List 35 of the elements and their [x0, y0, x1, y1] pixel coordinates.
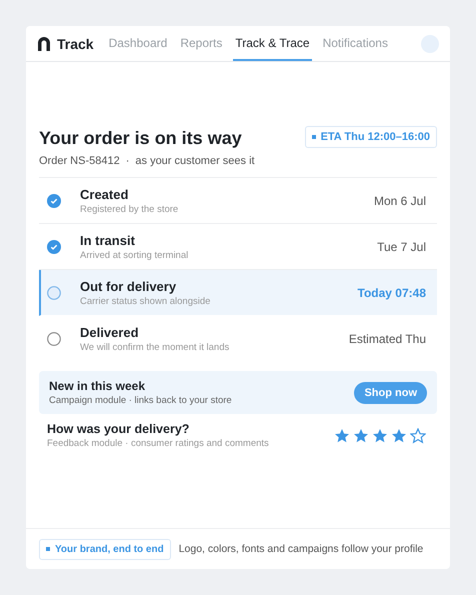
- footer-text: Logo, colors, fonts and campaigns follow your profile: [178, 543, 424, 555]
- step-subtitle: Registered by the store: [80, 204, 180, 214]
- step-time: Estimated Thu: [348, 332, 426, 346]
- step-title: In transit: [80, 232, 136, 248]
- nav-tab[interactable]: Reports: [178, 26, 224, 61]
- star-icon[interactable]: [353, 428, 369, 444]
- step-subtitle: Carrier status shown alongside: [80, 296, 212, 306]
- star-icon[interactable]: [372, 428, 388, 444]
- star-icon[interactable]: [334, 428, 350, 444]
- promo-title: New in this week: [49, 379, 146, 393]
- step-title: Delivered: [80, 325, 140, 340]
- promo-subtitle: Campaign module · links back to your store: [49, 395, 232, 406]
- step-title: Created: [80, 186, 130, 202]
- shop-now-button[interactable]: Shop now: [354, 382, 427, 404]
- step-time: Tue 7 Jul: [377, 240, 426, 254]
- brand-name: Track: [57, 36, 94, 52]
- separator-dot: ·: [126, 155, 130, 167]
- step-subtitle: We will confirm the moment it lands: [80, 342, 230, 353]
- nav-tab[interactable]: Notifications: [320, 26, 390, 61]
- step-title: Out for delivery: [80, 278, 178, 294]
- order-note: as your customer sees it: [135, 155, 255, 167]
- order-number: Order NS-58412: [39, 155, 120, 167]
- star-outline-icon[interactable]: [410, 428, 426, 444]
- step-subtitle: Arrived at sorting terminal: [80, 250, 190, 260]
- step-time: Mon 6 Jul: [374, 194, 426, 208]
- feedback-title: How was your delivery?: [47, 422, 190, 436]
- step-time: Today 07:48: [358, 286, 426, 300]
- brand-badge: Your brand, end to end: [39, 538, 171, 560]
- feedback-subtitle: Feedback module · consumer ratings and comments: [47, 438, 269, 449]
- nav-tab[interactable]: Dashboard: [106, 26, 170, 61]
- star-icon[interactable]: [391, 428, 407, 444]
- eta-badge: ETA Thu 12:00–16:00: [304, 126, 437, 148]
- nav-tab[interactable]: Track & Trace: [233, 26, 312, 61]
- order-title: Your order is on its way: [39, 128, 243, 149]
- logo-icon: [37, 36, 51, 51]
